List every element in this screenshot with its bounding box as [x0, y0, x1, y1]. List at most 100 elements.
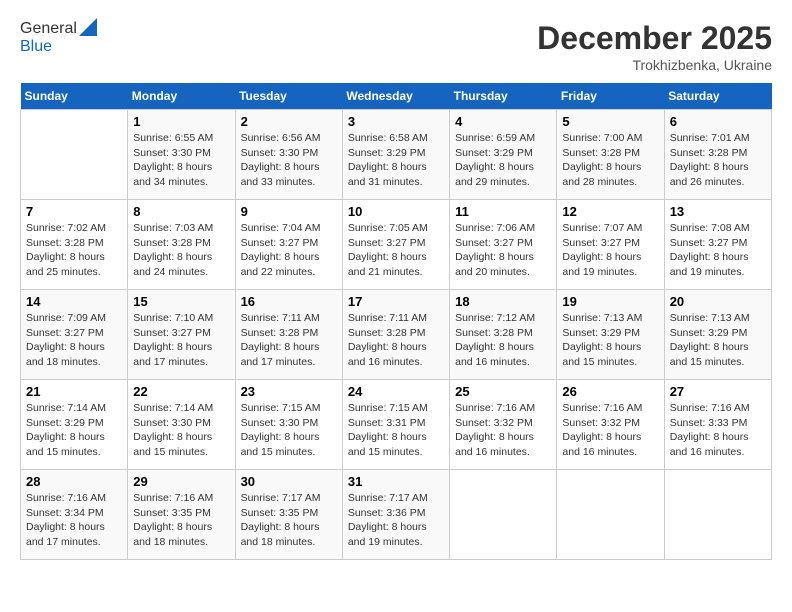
logo: General Blue [20, 20, 97, 56]
day-number: 14 [26, 294, 122, 309]
day-info: Sunrise: 6:58 AM Sunset: 3:29 PM Dayligh… [348, 131, 444, 190]
calendar-cell [664, 470, 771, 560]
day-number: 9 [241, 204, 337, 219]
day-number: 26 [562, 384, 658, 399]
calendar-cell [450, 470, 557, 560]
day-number: 2 [241, 114, 337, 129]
page-header: General Blue December 2025 Trokhizbenka,… [20, 20, 772, 73]
calendar-cell: 25 Sunrise: 7:16 AM Sunset: 3:32 PM Dayli… [450, 380, 557, 470]
calendar-cell: 20Sunrise: 7:13 AM Sunset: 3:29 PM Dayli… [664, 290, 771, 380]
calendar-week-row: 1 Sunrise: 6:55 AM Sunset: 3:30 PM Daylig… [21, 110, 772, 200]
calendar-cell: 27Sunrise: 7:16 AM Sunset: 3:33 PM Dayli… [664, 380, 771, 470]
calendar-cell: 30 Sunrise: 7:17 AM Sunset: 3:35 PM Dayli… [235, 470, 342, 560]
day-number: 5 [562, 114, 658, 129]
calendar-cell: 12Sunrise: 7:07 AM Sunset: 3:27 PM Dayli… [557, 200, 664, 290]
day-number: 18 [455, 294, 551, 309]
day-number: 1 [133, 114, 229, 129]
day-number: 15 [133, 294, 229, 309]
calendar-table: SundayMondayTuesdayWednesdayThursdayFrid… [20, 83, 772, 560]
day-info: Sunrise: 7:16 AM Sunset: 3:32 PM Dayligh… [562, 401, 658, 460]
calendar-cell: 24Sunrise: 7:15 AM Sunset: 3:31 PM Dayli… [342, 380, 449, 470]
day-info: Sunrise: 7:16 AM Sunset: 3:32 PM Dayligh… [455, 401, 551, 460]
calendar-cell: 5 Sunrise: 7:00 AM Sunset: 3:28 PM Daylig… [557, 110, 664, 200]
day-info: Sunrise: 7:09 AM Sunset: 3:27 PM Dayligh… [26, 311, 122, 370]
calendar-cell: 21 Sunrise: 7:14 AM Sunset: 3:29 PM Dayli… [21, 380, 128, 470]
calendar-cell: 11 Sunrise: 7:06 AM Sunset: 3:27 PM Dayli… [450, 200, 557, 290]
day-info: Sunrise: 7:12 AM Sunset: 3:28 PM Dayligh… [455, 311, 551, 370]
day-info: Sunrise: 6:55 AM Sunset: 3:30 PM Dayligh… [133, 131, 229, 190]
calendar-cell: 6 Sunrise: 7:01 AM Sunset: 3:28 PM Daylig… [664, 110, 771, 200]
day-info: Sunrise: 7:06 AM Sunset: 3:27 PM Dayligh… [455, 221, 551, 280]
logo-bird-icon [79, 18, 97, 36]
calendar-cell [21, 110, 128, 200]
day-info: Sunrise: 7:05 AM Sunset: 3:27 PM Dayligh… [348, 221, 444, 280]
calendar-cell: 18 Sunrise: 7:12 AM Sunset: 3:28 PM Dayli… [450, 290, 557, 380]
day-info: Sunrise: 7:13 AM Sunset: 3:29 PM Dayligh… [562, 311, 658, 370]
month-year-title: December 2025 [537, 20, 772, 57]
calendar-cell: 15 Sunrise: 7:10 AM Sunset: 3:27 PM Dayli… [128, 290, 235, 380]
calendar-cell: 28 Sunrise: 7:16 AM Sunset: 3:34 PM Dayli… [21, 470, 128, 560]
day-info: Sunrise: 7:17 AM Sunset: 3:35 PM Dayligh… [241, 491, 337, 550]
title-block: December 2025 Trokhizbenka, Ukraine [537, 20, 772, 73]
col-header-sunday: Sunday [21, 83, 128, 110]
day-number: 7 [26, 204, 122, 219]
day-info: Sunrise: 6:56 AM Sunset: 3:30 PM Dayligh… [241, 131, 337, 190]
day-number: 25 [455, 384, 551, 399]
day-info: Sunrise: 7:03 AM Sunset: 3:28 PM Dayligh… [133, 221, 229, 280]
day-number: 12 [562, 204, 658, 219]
day-number: 4 [455, 114, 551, 129]
logo-general: General [20, 20, 77, 38]
day-info: Sunrise: 7:16 AM Sunset: 3:33 PM Dayligh… [670, 401, 766, 460]
day-info: Sunrise: 7:15 AM Sunset: 3:30 PM Dayligh… [241, 401, 337, 460]
day-number: 22 [133, 384, 229, 399]
calendar-week-row: 7 Sunrise: 7:02 AM Sunset: 3:28 PM Daylig… [21, 200, 772, 290]
day-info: Sunrise: 7:04 AM Sunset: 3:27 PM Dayligh… [241, 221, 337, 280]
day-number: 8 [133, 204, 229, 219]
col-header-friday: Friday [557, 83, 664, 110]
day-number: 11 [455, 204, 551, 219]
calendar-cell: 14 Sunrise: 7:09 AM Sunset: 3:27 PM Dayli… [21, 290, 128, 380]
calendar-cell: 26 Sunrise: 7:16 AM Sunset: 3:32 PM Dayli… [557, 380, 664, 470]
day-number: 19 [562, 294, 658, 309]
calendar-cell: 1 Sunrise: 6:55 AM Sunset: 3:30 PM Daylig… [128, 110, 235, 200]
day-info: Sunrise: 7:02 AM Sunset: 3:28 PM Dayligh… [26, 221, 122, 280]
day-number: 21 [26, 384, 122, 399]
day-number: 24 [348, 384, 444, 399]
day-number: 29 [133, 474, 229, 489]
calendar-cell: 22 Sunrise: 7:14 AM Sunset: 3:30 PM Dayli… [128, 380, 235, 470]
day-info: Sunrise: 6:59 AM Sunset: 3:29 PM Dayligh… [455, 131, 551, 190]
day-info: Sunrise: 7:16 AM Sunset: 3:35 PM Dayligh… [133, 491, 229, 550]
col-header-thursday: Thursday [450, 83, 557, 110]
day-info: Sunrise: 7:10 AM Sunset: 3:27 PM Dayligh… [133, 311, 229, 370]
calendar-cell: 19 Sunrise: 7:13 AM Sunset: 3:29 PM Dayli… [557, 290, 664, 380]
col-header-monday: Monday [128, 83, 235, 110]
calendar-cell: 7 Sunrise: 7:02 AM Sunset: 3:28 PM Daylig… [21, 200, 128, 290]
calendar-cell: 17 Sunrise: 7:11 AM Sunset: 3:28 PM Dayli… [342, 290, 449, 380]
day-info: Sunrise: 7:00 AM Sunset: 3:28 PM Dayligh… [562, 131, 658, 190]
logo-blue: Blue [20, 38, 97, 56]
calendar-header-row: SundayMondayTuesdayWednesdayThursdayFrid… [21, 83, 772, 110]
day-number: 28 [26, 474, 122, 489]
calendar-week-row: 21 Sunrise: 7:14 AM Sunset: 3:29 PM Dayli… [21, 380, 772, 470]
calendar-cell: 10 Sunrise: 7:05 AM Sunset: 3:27 PM Dayli… [342, 200, 449, 290]
day-number: 17 [348, 294, 444, 309]
calendar-cell: 23 Sunrise: 7:15 AM Sunset: 3:30 PM Dayli… [235, 380, 342, 470]
day-number: 6 [670, 114, 766, 129]
day-info: Sunrise: 7:14 AM Sunset: 3:30 PM Dayligh… [133, 401, 229, 460]
day-info: Sunrise: 7:11 AM Sunset: 3:28 PM Dayligh… [348, 311, 444, 370]
day-info: Sunrise: 7:14 AM Sunset: 3:29 PM Dayligh… [26, 401, 122, 460]
calendar-cell: 9 Sunrise: 7:04 AM Sunset: 3:27 PM Daylig… [235, 200, 342, 290]
calendar-cell: 16Sunrise: 7:11 AM Sunset: 3:28 PM Dayli… [235, 290, 342, 380]
day-info: Sunrise: 7:16 AM Sunset: 3:34 PM Dayligh… [26, 491, 122, 550]
day-info: Sunrise: 7:08 AM Sunset: 3:27 PM Dayligh… [670, 221, 766, 280]
day-info: Sunrise: 7:13 AM Sunset: 3:29 PM Dayligh… [670, 311, 766, 370]
day-number: 23 [241, 384, 337, 399]
day-info: Sunrise: 7:01 AM Sunset: 3:28 PM Dayligh… [670, 131, 766, 190]
day-number: 10 [348, 204, 444, 219]
calendar-cell: 8 Sunrise: 7:03 AM Sunset: 3:28 PM Daylig… [128, 200, 235, 290]
day-info: Sunrise: 7:11 AM Sunset: 3:28 PM Dayligh… [241, 311, 337, 370]
day-number: 30 [241, 474, 337, 489]
calendar-week-row: 28 Sunrise: 7:16 AM Sunset: 3:34 PM Dayli… [21, 470, 772, 560]
day-number: 31 [348, 474, 444, 489]
day-number: 13 [670, 204, 766, 219]
